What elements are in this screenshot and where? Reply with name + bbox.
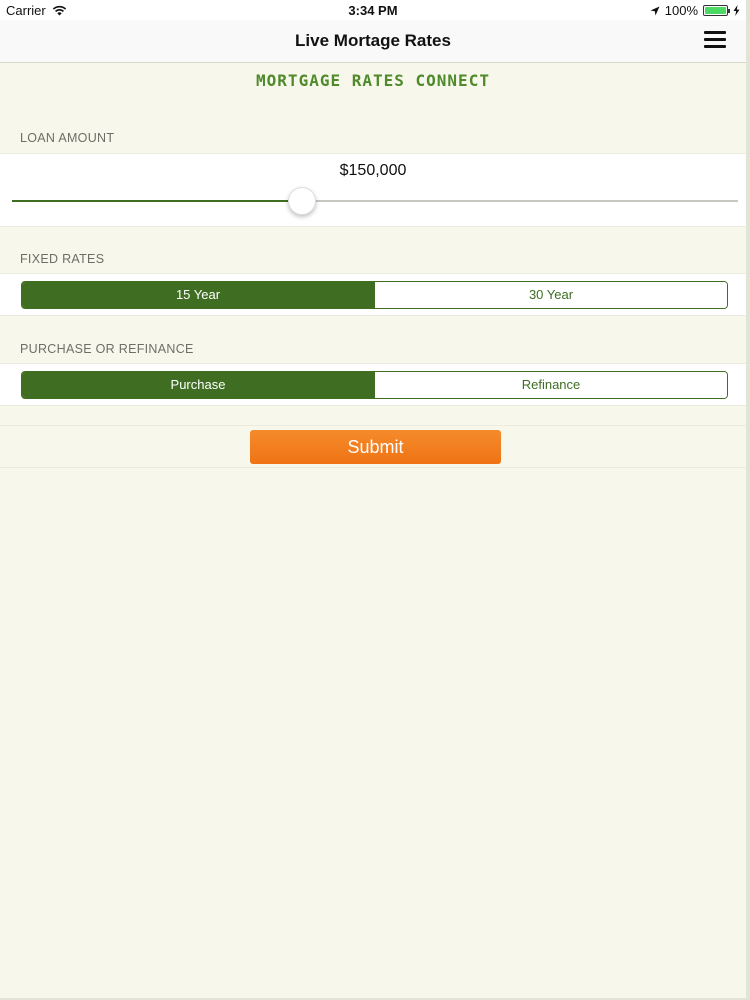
slider-fill [12,200,303,202]
loan-amount-section: $150,000 [0,153,746,227]
submit-row: Submit [0,425,746,468]
status-time: 3:34 PM [348,3,398,18]
loan-amount-value: $150,000 [339,162,407,179]
location-arrow-icon [650,6,660,15]
status-right: 100% [650,3,740,18]
page-title: Live Mortage Rates [295,31,451,50]
app-screen: Carrier 3:34 PM 100% Live Mortage Rates … [0,0,750,1000]
loan-amount-label: LOAN AMOUNT [20,131,115,145]
status-bar: Carrier 3:34 PM 100% [0,0,746,20]
fixed-rates-segmented-control: 15 Year 30 Year [21,281,728,309]
segment-30-year[interactable]: 30 Year [374,282,727,308]
segment-15-year[interactable]: 15 Year [22,282,374,308]
submit-button[interactable]: Submit [250,430,501,464]
loan-amount-slider[interactable] [12,187,738,215]
hamburger-menu-icon[interactable] [704,31,726,49]
segment-purchase[interactable]: Purchase [22,372,374,398]
purchase-refinance-segmented-control: Purchase Refinance [21,371,728,399]
slider-thumb[interactable] [288,187,317,215]
battery-percent: 100% [664,3,698,18]
navigation-bar: Live Mortage Rates [0,20,746,63]
battery-icon [703,5,730,16]
fixed-rates-label: FIXED RATES [20,252,105,266]
purchase-refinance-label: PURCHASE OR REFINANCE [20,342,194,356]
charging-bolt-icon [733,5,740,16]
brand-logo-text: MORTGAGE RATES CONNECT [256,71,490,90]
segment-refinance[interactable]: Refinance [374,372,727,398]
